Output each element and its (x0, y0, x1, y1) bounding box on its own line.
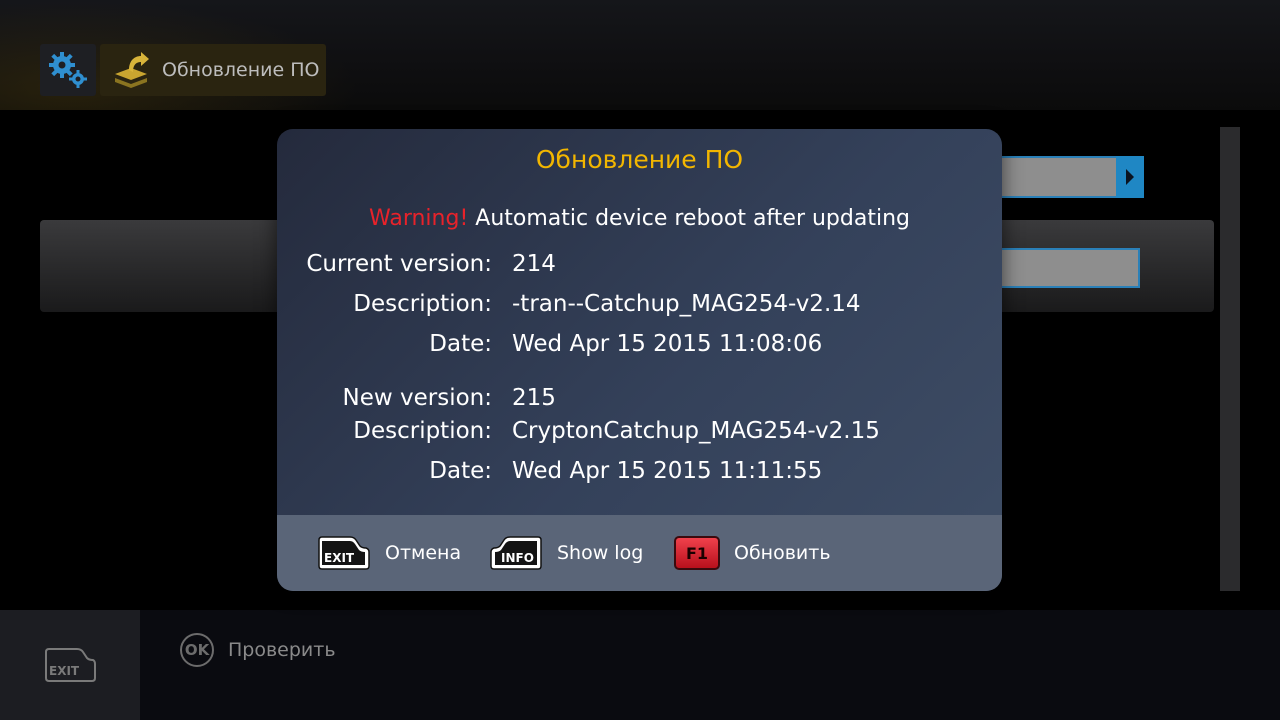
f1-key-icon: F1 (674, 536, 720, 570)
current-date-label: Date: (429, 331, 492, 357)
select-arrow-icon[interactable] (1116, 156, 1144, 198)
breadcrumb-label: Обновление ПО (162, 59, 320, 81)
new-description-row: Description: CryptonCatchup_MAG254-v2.15 (277, 418, 1002, 448)
current-date-row: Date: Wed Apr 15 2015 11:08:06 (277, 331, 1002, 361)
dialog-footer: EXIT Отмена INFO Show log F1 Обновить (277, 515, 1002, 591)
new-version-label: New version: (342, 385, 492, 411)
background-select-field[interactable] (990, 156, 1118, 198)
current-description-row: Description: -tran--Catchup_MAG254-v2.14 (277, 291, 1002, 321)
warning-message: Warning! Automatic device reboot after u… (277, 206, 1002, 231)
settings-breadcrumb[interactable] (40, 44, 96, 96)
update-label: Обновить (734, 542, 831, 564)
update-button[interactable]: F1 Обновить (674, 535, 831, 571)
current-version-label: Current version: (306, 251, 492, 277)
update-icon (100, 44, 162, 96)
dialog-title: Обновление ПО (535, 145, 744, 174)
update-breadcrumb[interactable]: Обновление ПО (100, 44, 326, 96)
update-dialog: Обновление ПО Warning! Automatic device … (277, 129, 1002, 591)
info-key-icon: INFO (490, 536, 542, 570)
current-description-value: -tran--Catchup_MAG254-v2.14 (512, 291, 861, 317)
new-version-value: 215 (512, 385, 556, 411)
check-hint[interactable]: OK Проверить (180, 633, 336, 667)
background-input-field[interactable] (990, 248, 1140, 288)
check-label: Проверить (228, 639, 336, 661)
cancel-key-text: EXIT (324, 551, 355, 565)
new-date-label: Date: (429, 458, 492, 484)
current-description-label: Description: (353, 291, 492, 317)
show-log-button[interactable]: INFO Show log (489, 535, 643, 571)
new-date-row: Date: Wed Apr 15 2015 11:11:55 (277, 458, 1002, 488)
new-date-value: Wed Apr 15 2015 11:11:55 (512, 458, 823, 484)
warning-prefix: Warning! (369, 206, 469, 231)
current-version-value: 214 (512, 251, 556, 277)
exit-key-icon: EXIT (45, 648, 96, 682)
ok-key-icon: OK (180, 633, 214, 667)
show-log-label: Show log (557, 542, 644, 564)
gears-icon (49, 52, 87, 88)
warning-text: Automatic device reboot after updating (468, 206, 910, 231)
new-description-value: CryptonCatchup_MAG254-v2.15 (512, 418, 880, 444)
current-date-value: Wed Apr 15 2015 11:08:06 (512, 331, 823, 357)
exit-button[interactable]: EXIT (0, 610, 140, 720)
exit-key-icon: EXIT (318, 536, 370, 570)
cancel-button[interactable]: EXIT Отмена (317, 535, 461, 571)
info-key-text: INFO (501, 551, 534, 565)
cancel-label: Отмена (385, 542, 462, 564)
new-version-row: New version: 215 (277, 385, 1002, 415)
exit-key-text: EXIT (49, 664, 80, 678)
current-version-row: Current version: 214 (277, 251, 1002, 281)
new-description-label: Description: (353, 418, 492, 444)
scrollbar[interactable] (1220, 127, 1240, 591)
